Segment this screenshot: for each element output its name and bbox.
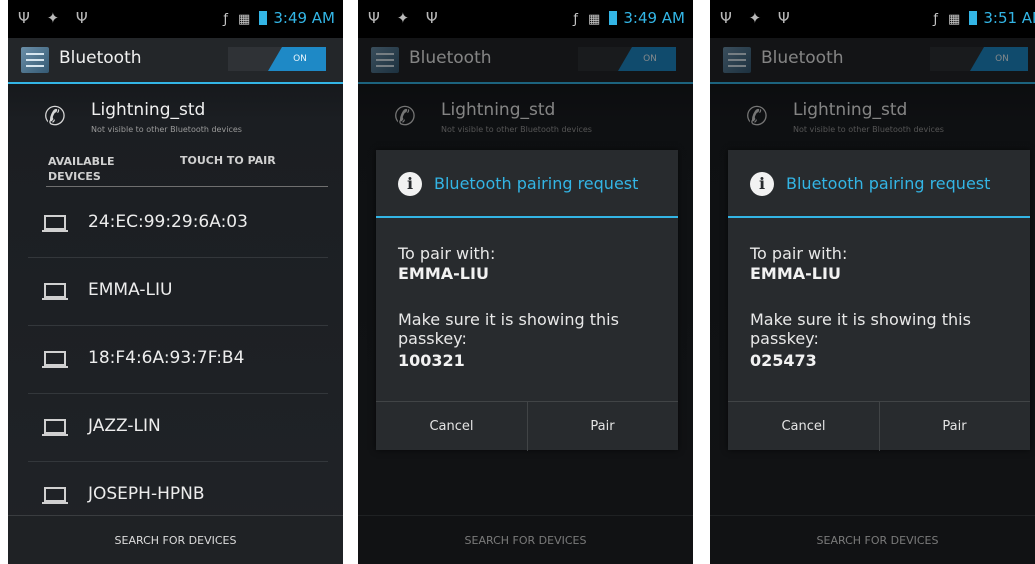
pair-device-name: EMMA-LIU [750,264,841,283]
dialog-buttons: Cancel Pair [376,401,678,451]
pair-device-name: EMMA-LIU [398,264,489,283]
dialog-title-divider [728,216,1030,218]
info-icon: i [398,172,422,196]
battery-icon [969,11,978,25]
laptop-icon [42,419,68,436]
status-bar: Ψ ✦ Ψ ƒ ▦ 3:51 AM [710,0,1035,38]
laptop-icon [42,351,68,368]
pairing-dialog: i Bluetooth pairing request To pair with… [728,150,1030,451]
search-for-devices-label: SEARCH FOR DEVICES [114,534,237,547]
search-for-devices-button[interactable]: SEARCH FOR DEVICES [8,515,343,564]
passkey-instruction: Make sure it is showing this passkey: [750,310,971,348]
dialog-title: Bluetooth pairing request [434,174,639,193]
passkey-instruction: Make sure it is showing this passkey: [398,310,619,348]
pairing-dialog: i Bluetooth pairing request To pair with… [376,150,678,451]
clock: 3:49 AM [273,9,335,27]
status-right: ƒ ▦ 3:49 AM [223,9,335,27]
status-right: ƒ ▦ 3:51 AM [933,9,1035,27]
screen-pairing-request-2: Ψ ✦ Ψ ƒ ▦3:51 AM Bluetooth ON ✆ Lightnin… [710,0,1035,564]
clock: 3:51 AM [983,9,1035,27]
screen-device-list: Ψ ✦ Ψ ƒ ▦ 3:49 AM Bluetooth ON ✆ Lightnin… [8,0,343,564]
signal-icons: ƒ ▦ [223,12,254,27]
notification-icons: Ψ ✦ Ψ [368,9,444,27]
list-item[interactable]: 24:EC:99:29:6A:03 [8,190,343,258]
notification-icons: Ψ ✦ Ψ [720,9,796,27]
page-title: Bluetooth [59,48,142,68]
device-name: JAZZ-LIN [88,416,161,436]
laptop-icon [42,215,68,232]
header-line-2: DEVICES [48,170,101,183]
bluetooth-settings-icon[interactable] [21,47,49,73]
list-item[interactable]: 18:F4:6A:93:7F:B4 [8,326,343,394]
bluetooth-toggle[interactable]: ON [228,47,326,71]
signal-icons: ƒ ▦ [573,12,604,27]
own-device-visibility: Not visible to other Bluetooth devices [91,125,242,134]
cancel-button[interactable]: Cancel [728,402,880,451]
device-name: EMMA-LIU [88,280,173,300]
screen-pairing-request-1: Ψ ✦ Ψ ƒ ▦ 3:49 AM Bluetooth ON ✆ Lightnin… [358,0,693,564]
battery-icon [609,11,618,25]
cancel-button[interactable]: Cancel [376,402,528,451]
list-item[interactable]: JAZZ-LIN [8,394,343,462]
signal-icons: ƒ ▦ [933,12,964,27]
touch-to-pair-label: TOUCH TO PAIR [180,154,276,167]
available-devices-header: AVAILABLE DEVICES [48,154,115,184]
status-bar: Ψ ✦ Ψ ƒ ▦ 3:49 AM [358,0,693,38]
own-device-row[interactable]: ✆ Lightning_std Not visible to other Blu… [8,88,343,143]
laptop-icon [42,283,68,300]
pair-with-label: To pair with: [750,244,848,263]
action-bar-divider [8,82,343,84]
pair-button[interactable]: Pair [879,402,1030,451]
status-bar: Ψ ✦ Ψ ƒ ▦ 3:49 AM [8,0,343,38]
device-name: 24:EC:99:29:6A:03 [88,212,248,232]
phone-icon: ✆ [44,102,66,132]
battery-icon [259,11,268,25]
laptop-icon [42,487,68,504]
action-bar: Bluetooth ON [8,38,343,82]
dialog-title-divider [376,216,678,218]
passkey-value: 025473 [750,351,817,370]
own-device-name: Lightning_std [91,100,206,120]
dialog-title: Bluetooth pairing request [786,174,991,193]
dialog-buttons: Cancel Pair [728,401,1030,451]
device-name: JOSEPH-HPNB [88,484,205,504]
pair-button[interactable]: Pair [527,402,678,451]
notification-icons: Ψ ✦ Ψ [18,9,94,27]
header-divider [46,186,328,187]
device-name: 18:F4:6A:93:7F:B4 [88,348,245,368]
clock: 3:49 AM [623,9,685,27]
passkey-value: 100321 [398,351,465,370]
list-item[interactable]: EMMA-LIU [8,258,343,326]
header-line-1: AVAILABLE [48,155,115,168]
toggle-on-label: ON [268,47,326,71]
info-icon: i [750,172,774,196]
status-right: ƒ ▦ 3:49 AM [573,9,685,27]
pair-with-label: To pair with: [398,244,496,263]
